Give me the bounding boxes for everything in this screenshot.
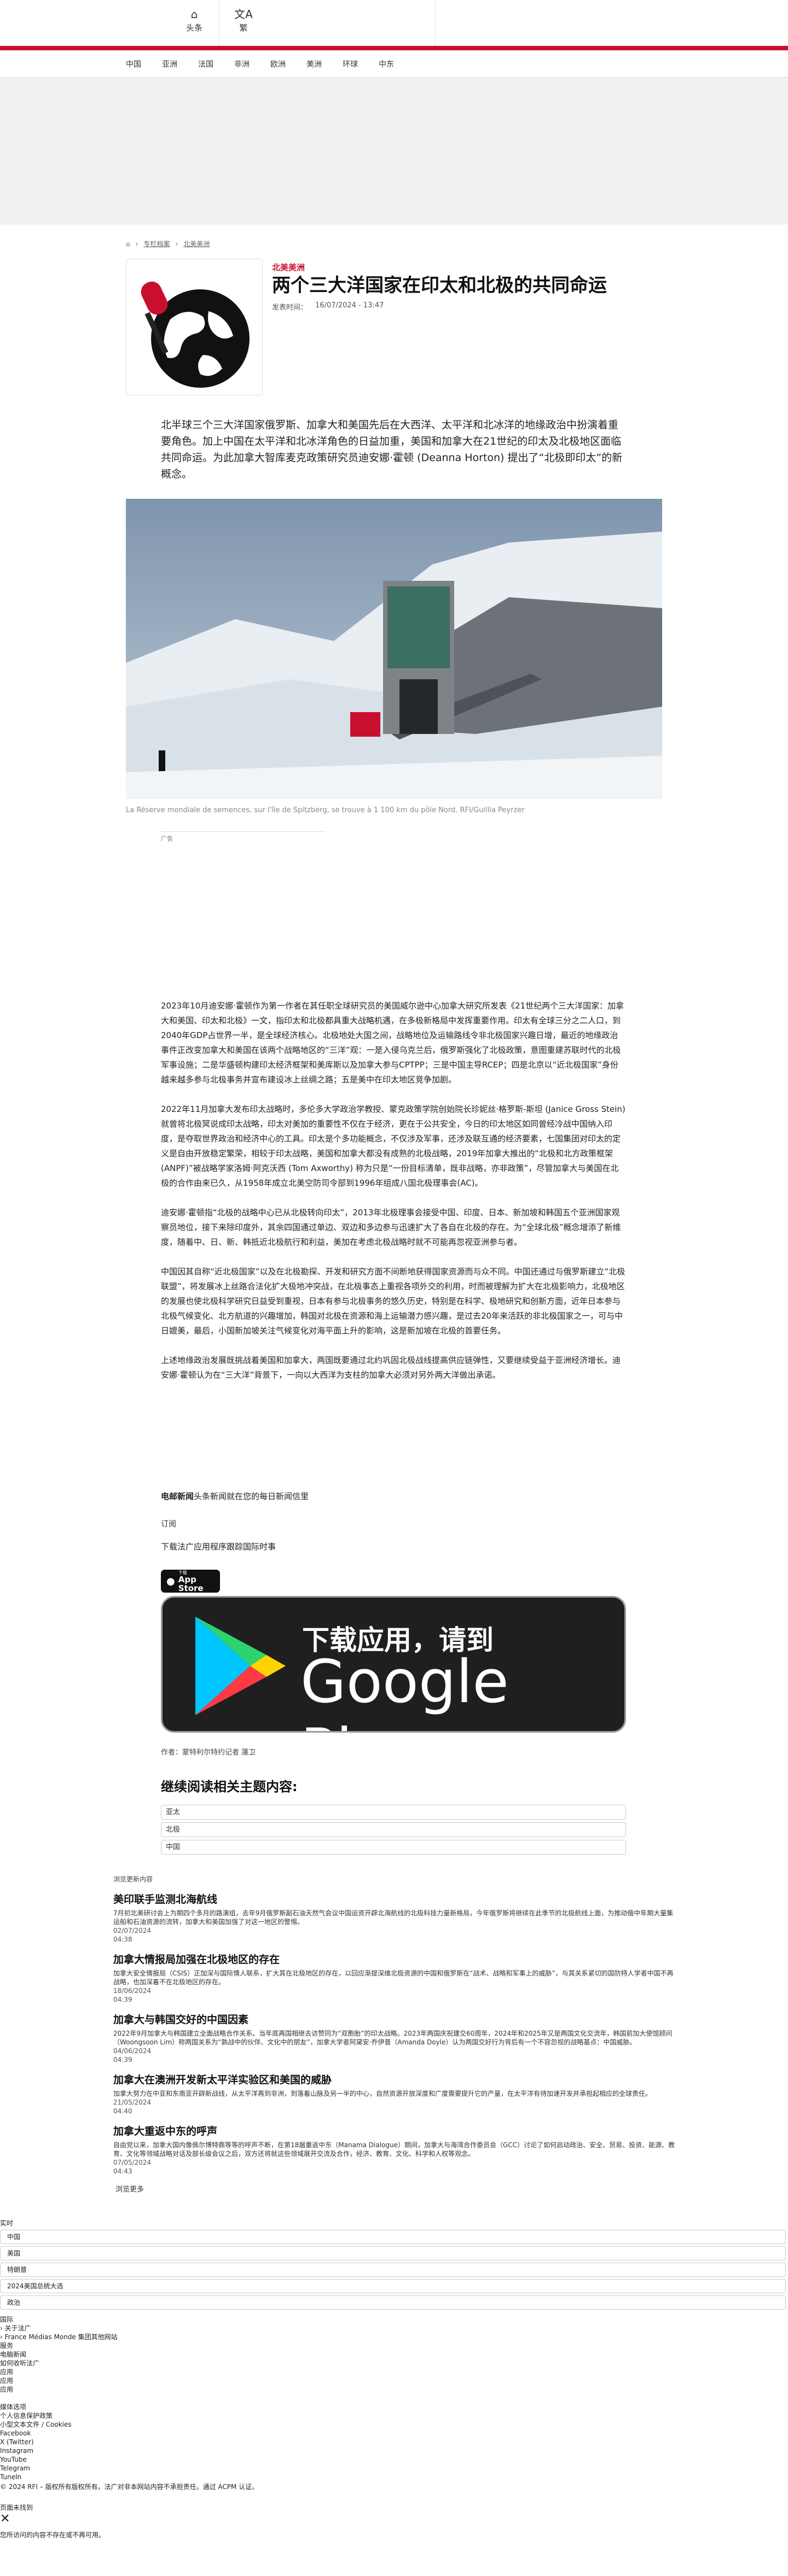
footer-chip[interactable]: 2024美国总统大选: [0, 2279, 786, 2293]
article-body: 2023年10月迪安娜·霍顿作为第一作者在其任职全球研究员的美国威尔逊中心加拿大…: [161, 999, 626, 1397]
body-paragraph: 2022年11月加拿大发布印太战略时，多伦多大学政治学教授、蒙克政策学院创始院长…: [161, 1104, 625, 1188]
list-item[interactable]: 加拿大情报局加强在北极地区的存在 加拿大安全情报局（CSIS）正加深与国际情人联…: [113, 1954, 677, 2004]
footer-about[interactable]: › 关于法广: [0, 2324, 788, 2333]
footer-chip[interactable]: 特朗普: [0, 2263, 786, 2277]
published-date: 16/07/2024 - 13:47: [315, 301, 384, 310]
footer-link[interactable]: 个人信息保护政策: [0, 2411, 788, 2420]
footer-chip[interactable]: 政治: [0, 2295, 786, 2310]
footer-link[interactable]: 应用: [0, 2368, 788, 2376]
photo-caption: La Réserve mondiale de semences, sur l'î…: [126, 806, 525, 814]
youtube-link[interactable]: YouTube: [0, 2455, 788, 2464]
footer-link[interactable]: 服务: [0, 2341, 788, 2350]
realtime-label: 实时: [0, 2219, 14, 2227]
breadcrumb-link[interactable]: 北美美洲: [183, 239, 210, 248]
list-item[interactable]: 美印联手监测北海航线 7月初北美研讨会上为期四个多月的路演组，去年9月俄罗斯副石…: [113, 1893, 677, 1944]
facebook-link[interactable]: Facebook: [0, 2429, 788, 2438]
ad-label: 广告: [161, 835, 173, 842]
related-heading: 继续阅读相关主题内容:: [161, 1779, 298, 1794]
article-photo: [126, 499, 662, 799]
tunein-link[interactable]: TuneIn: [0, 2473, 788, 2481]
close-icon[interactable]: ✕: [0, 2512, 788, 2526]
body-paragraph: 迪安娜·霍顿指“北极的战略中心已从北极转向印太”，2013年北极理事会接受中国、…: [161, 1208, 621, 1247]
twitter-link[interactable]: X (Twitter): [0, 2438, 788, 2446]
footer-link[interactable]: 小型文本文件 / Cookies: [0, 2420, 788, 2429]
breadcrumb: ⌂ › 专栏档案 › 北美美洲: [126, 239, 210, 248]
footer-link[interactable]: 电脑新闻: [0, 2350, 788, 2359]
instagram-link[interactable]: Instagram: [0, 2446, 788, 2455]
footer-chip[interactable]: 中国: [0, 2230, 786, 2244]
nav-item[interactable]: 欧洲: [270, 59, 286, 69]
telegram-link[interactable]: Telegram: [0, 2464, 788, 2473]
google-play-badge[interactable]: 下载应用，请到 Google Play: [161, 1596, 626, 1733]
app-store-badge[interactable]: ● 下载 App Store: [161, 1570, 220, 1593]
body-paragraph: 2023年10月迪安娜·霍顿作为第一作者在其任职全球研究员的美国威尔逊中心加拿大…: [161, 1001, 624, 1085]
footer-group[interactable]: › France Médias Monde 集团其他网站: [0, 2333, 788, 2341]
author-name[interactable]: 蒙特利尔特约记者 蓮卫: [182, 1749, 256, 1757]
list-item[interactable]: 加拿大重返中东的呼声 自由党以来，加拿大国内像佩尔博特鼎等等的呼声不断，在第18…: [113, 2125, 677, 2176]
footer-chip[interactable]: 美国: [0, 2246, 786, 2260]
latest-heading: 浏览更新内容: [113, 1875, 153, 1883]
google-play-line2: Google Play: [300, 1648, 509, 1731]
newsletter-text: 头条新闻就在您的每日新闻信里: [194, 1491, 309, 1501]
footer-link[interactable]: 如何收听法广: [0, 2359, 788, 2368]
nav-item[interactable]: 法国: [198, 59, 213, 69]
notfound-text: 您所访问的内容不存在或不再可用。: [0, 2531, 106, 2539]
section-nav: 中国 亚洲 法国 非洲 欧洲 美洲 环球 中东: [0, 50, 788, 78]
ad-banner-area: [0, 78, 788, 224]
notfound-title: 页面未找到: [0, 2504, 33, 2511]
related-tag[interactable]: 北极: [161, 1822, 626, 1837]
newsletter-promo: 电邮新闻头条新闻就在您的每日新闻信里: [161, 1490, 309, 1502]
latest-news: 浏览更新内容 美印联手监测北海航线 7月初北美研讨会上为期四个多月的路演组，去年…: [113, 1874, 677, 2194]
ad-slot: 广告: [161, 831, 325, 980]
article-lead: 北半球三个三大洋国家俄罗斯、加拿大和美国先后在大西洋、太平洋和北冰洋的地缘政治中…: [161, 419, 623, 480]
apple-icon: ●: [166, 1575, 175, 1587]
more-link[interactable]: 浏览更多: [113, 2183, 677, 2194]
footer-link[interactable]: 应用: [0, 2385, 788, 2394]
download-app-text: 下载法广应用程序跟踪国际时事: [161, 1542, 276, 1552]
newsletter-brand: 电邮新闻: [161, 1491, 194, 1501]
related-tag[interactable]: 中国: [161, 1840, 626, 1855]
language-button[interactable]: 文A 繁: [219, 8, 268, 33]
published-label: 发表时间：: [272, 304, 308, 312]
nav-item[interactable]: 中国: [126, 59, 141, 69]
translate-icon: 文A: [234, 8, 253, 21]
footer-link[interactable]: 应用: [0, 2376, 788, 2385]
article-category[interactable]: 北美美洲: [272, 261, 305, 273]
divider: [435, 0, 436, 46]
body-paragraph: 上述地缘政治发展既挑战着美国和加拿大，两国既要通过北约巩固北极战线提高供应链弹性…: [161, 1355, 621, 1380]
home-button[interactable]: ⌂ 头条: [170, 8, 219, 33]
nav-item[interactable]: 非洲: [234, 59, 250, 69]
copyright: © 2024 RFI – 版权所有版权所有。法广对非本网站内容不承担责任。通过 …: [0, 2483, 259, 2491]
related-tag[interactable]: 亚太: [161, 1805, 626, 1820]
column-logo-image: [126, 259, 263, 395]
footer: 实时 中国 美国 特朗普 2024美国总统大选 政治 国际 › 关于法广 › F…: [0, 2219, 788, 2539]
nav-item[interactable]: 亚洲: [162, 59, 177, 69]
author-line: 作者：蒙特利尔特约记者 蓮卫: [161, 1749, 256, 1757]
nav-item[interactable]: 美洲: [306, 59, 322, 69]
nav-item[interactable]: 环球: [343, 59, 358, 69]
list-item[interactable]: 加拿大与韩国交好的中国因素 2022年9月加拿大与韩国建立全面战略合作关系。当年…: [113, 2014, 677, 2064]
subscribe-link[interactable]: 订阅: [161, 1518, 176, 1529]
top-bar: ⌂ 头条 文A 繁: [0, 0, 788, 46]
list-item[interactable]: 加拿大在澳洲开发新太平洋实验区和美国的威胁 加拿大努力在中亚和东南亚开辟新战线，…: [113, 2074, 677, 2115]
brand-bar: [0, 46, 788, 50]
article-meta: 发表时间： 16/07/2024 - 13:47: [272, 301, 384, 312]
article-title: 两个三大洋国家在印太和北极的共同命运: [272, 275, 607, 296]
nav-item[interactable]: 中东: [379, 59, 394, 69]
home-icon: ⌂: [190, 8, 198, 21]
google-play-icon: [195, 1617, 286, 1715]
body-paragraph: 中国因其自称“近北极国家”以及在北极勘探、开发和研究方面不间断地获得国家资源而与…: [161, 1267, 625, 1336]
footer-heading: 媒体选项: [0, 2403, 27, 2411]
breadcrumb-link[interactable]: 专栏档案: [143, 239, 170, 248]
home-icon[interactable]: ⌂: [126, 240, 130, 248]
footer-country[interactable]: 国际: [0, 2315, 788, 2324]
